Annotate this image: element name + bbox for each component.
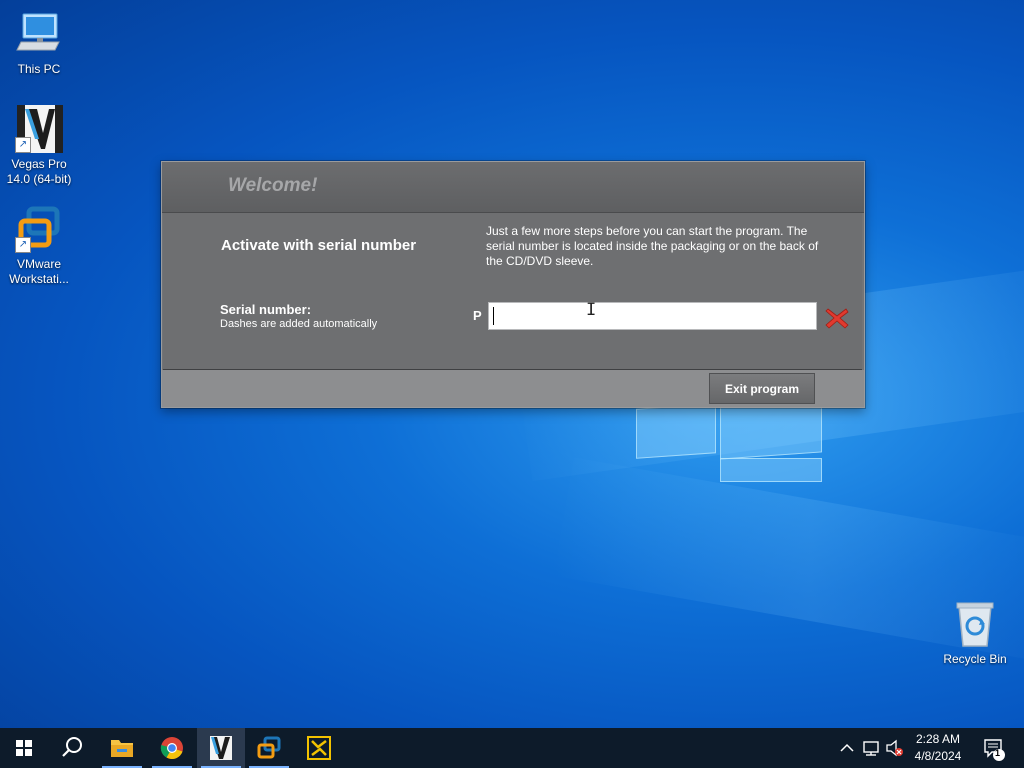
- desktop-icon-vmware[interactable]: ↗ VMware Workstati...: [1, 205, 77, 287]
- desktop-icon-label: VMware Workstati...: [9, 257, 69, 286]
- vegas-pro-icon: [210, 736, 232, 760]
- dialog-header: Welcome!: [162, 162, 864, 213]
- start-icon: [16, 740, 32, 756]
- this-pc-icon: [15, 10, 63, 58]
- wallpaper-windows-logo: [636, 398, 822, 482]
- mouse-ibeam-cursor: I: [586, 300, 597, 320]
- notification-count: 1: [995, 748, 1001, 758]
- serial-prefix: P: [473, 308, 482, 323]
- network-app-icon: [307, 736, 331, 760]
- volume-muted-icon: [886, 739, 903, 757]
- desktop-icon-label: Vegas Pro 14.0 (64-bit): [6, 157, 72, 186]
- volume-button[interactable]: [884, 728, 906, 768]
- dialog-title: Welcome!: [228, 175, 318, 196]
- taskbar-vmware[interactable]: [245, 728, 293, 768]
- red-x-icon: [825, 308, 849, 329]
- recycle-bin-icon: [951, 600, 999, 648]
- vmware-icon: [257, 736, 281, 759]
- shortcut-arrow-icon: ↗: [15, 237, 31, 253]
- taskbar-network-app[interactable]: [295, 728, 343, 768]
- exit-program-button[interactable]: Exit program: [709, 373, 815, 404]
- serial-number-label: Serial number:: [220, 302, 312, 317]
- text-caret: [493, 307, 494, 325]
- system-clock[interactable]: 2:28 AM 4/8/2024: [905, 731, 971, 765]
- file-explorer-icon: [111, 740, 133, 757]
- search-button[interactable]: [48, 728, 96, 768]
- clock-date: 4/8/2024: [914, 749, 962, 763]
- notification-icon: [984, 739, 1005, 761]
- network-status-button[interactable]: [860, 728, 882, 768]
- activation-dialog: Welcome! Activate with serial number Jus…: [161, 161, 865, 408]
- clear-serial-button[interactable]: [825, 307, 849, 329]
- shortcut-arrow-icon: ↗: [15, 137, 31, 153]
- chrome-icon: [160, 737, 183, 760]
- desktop-icon-label: Recycle Bin: [943, 652, 1007, 666]
- desktop-icon-recycle-bin[interactable]: Recycle Bin: [937, 600, 1013, 667]
- instructions-text: Just a few more steps before you can sta…: [486, 224, 819, 268]
- desktop-icon-label: This PC: [17, 62, 61, 76]
- start-button[interactable]: [0, 728, 48, 768]
- search-icon: [62, 737, 82, 757]
- clock-time: 2:28 AM: [915, 732, 961, 746]
- desktop: This PC ↗ Vegas Pro 14.0 (64-bit) ↗ VMwa…: [0, 0, 1024, 728]
- vmware-icon: ↗: [15, 205, 63, 253]
- serial-number-input[interactable]: [488, 302, 817, 330]
- taskbar-vegas-pro[interactable]: [197, 728, 245, 768]
- dialog-body: Activate with serial number Just a few m…: [163, 213, 862, 370]
- network-icon: [863, 741, 879, 756]
- taskbar-file-explorer[interactable]: [98, 728, 146, 768]
- desktop-icon-vegas-pro[interactable]: ↗ Vegas Pro 14.0 (64-bit): [1, 105, 77, 187]
- desktop-icon-this-pc[interactable]: This PC: [1, 10, 77, 77]
- activate-heading: Activate with serial number: [221, 237, 417, 254]
- show-hidden-icons-button[interactable]: [838, 728, 856, 768]
- action-center-button[interactable]: 1: [980, 728, 1008, 768]
- taskbar-chrome[interactable]: [148, 728, 196, 768]
- vegas-pro-icon: ↗: [15, 105, 63, 153]
- serial-number-hint: Dashes are added automatically: [220, 318, 378, 330]
- chevron-up-icon: [840, 743, 854, 752]
- taskbar: 2:28 AM 4/8/2024 1: [0, 728, 1024, 768]
